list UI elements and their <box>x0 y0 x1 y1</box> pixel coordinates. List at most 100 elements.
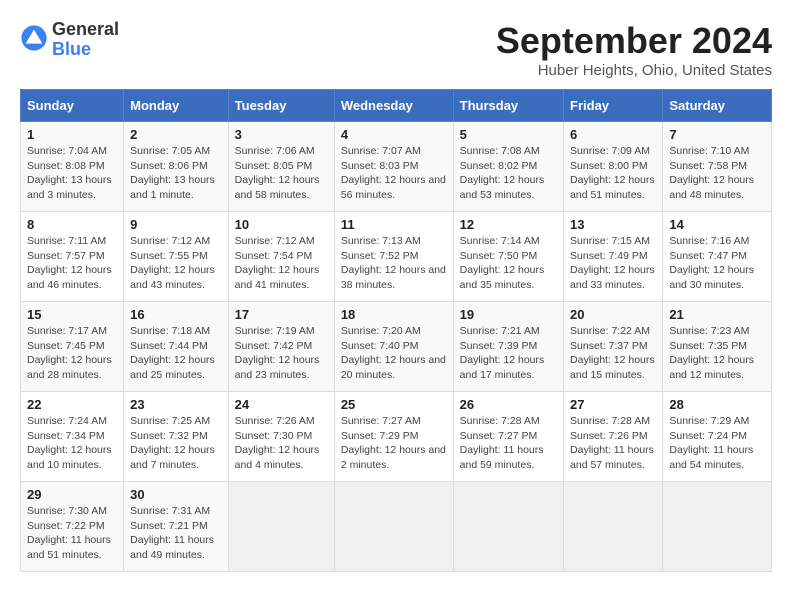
calendar-week-row: 15 Sunrise: 7:17 AM Sunset: 7:45 PM Dayl… <box>21 302 772 392</box>
calendar-cell <box>453 482 563 572</box>
calendar-cell: 26 Sunrise: 7:28 AM Sunset: 7:27 PM Dayl… <box>453 392 563 482</box>
sunset-label: Sunset: 7:22 PM <box>27 520 105 532</box>
sunrise-label: Sunrise: 7:12 AM <box>235 235 315 247</box>
page-header: General Blue September 2024 Huber Height… <box>20 20 772 79</box>
daylight-label: Daylight: 12 hours and 41 minutes. <box>235 264 320 291</box>
day-info: Sunrise: 7:26 AM Sunset: 7:30 PM Dayligh… <box>235 414 328 473</box>
calendar-header-row: SundayMondayTuesdayWednesdayThursdayFrid… <box>21 90 772 122</box>
sunset-label: Sunset: 7:50 PM <box>460 250 538 262</box>
day-number: 13 <box>570 217 656 232</box>
day-info: Sunrise: 7:06 AM Sunset: 8:05 PM Dayligh… <box>235 144 328 203</box>
daylight-label: Daylight: 12 hours and 51 minutes. <box>570 174 655 201</box>
sunrise-label: Sunrise: 7:31 AM <box>130 505 210 517</box>
calendar-cell: 16 Sunrise: 7:18 AM Sunset: 7:44 PM Dayl… <box>124 302 229 392</box>
calendar-cell: 23 Sunrise: 7:25 AM Sunset: 7:32 PM Dayl… <box>124 392 229 482</box>
calendar-cell: 17 Sunrise: 7:19 AM Sunset: 7:42 PM Dayl… <box>228 302 334 392</box>
daylight-label: Daylight: 12 hours and 56 minutes. <box>341 174 446 201</box>
day-info: Sunrise: 7:12 AM Sunset: 7:55 PM Dayligh… <box>130 234 222 293</box>
sunset-label: Sunset: 7:24 PM <box>669 430 747 442</box>
calendar-cell: 11 Sunrise: 7:13 AM Sunset: 7:52 PM Dayl… <box>334 212 453 302</box>
calendar-cell: 13 Sunrise: 7:15 AM Sunset: 7:49 PM Dayl… <box>564 212 663 302</box>
daylight-label: Daylight: 11 hours and 51 minutes. <box>27 534 111 561</box>
sunrise-label: Sunrise: 7:09 AM <box>570 145 650 157</box>
day-number: 28 <box>669 397 765 412</box>
daylight-label: Daylight: 12 hours and 15 minutes. <box>570 354 655 381</box>
day-number: 7 <box>669 127 765 142</box>
day-info: Sunrise: 7:19 AM Sunset: 7:42 PM Dayligh… <box>235 324 328 383</box>
day-info: Sunrise: 7:28 AM Sunset: 7:27 PM Dayligh… <box>460 414 557 473</box>
calendar-cell: 1 Sunrise: 7:04 AM Sunset: 8:08 PM Dayli… <box>21 122 124 212</box>
sunrise-label: Sunrise: 7:07 AM <box>341 145 421 157</box>
sunrise-label: Sunrise: 7:29 AM <box>669 415 749 427</box>
calendar-week-row: 1 Sunrise: 7:04 AM Sunset: 8:08 PM Dayli… <box>21 122 772 212</box>
day-number: 18 <box>341 307 447 322</box>
day-info: Sunrise: 7:07 AM Sunset: 8:03 PM Dayligh… <box>341 144 447 203</box>
sunset-label: Sunset: 7:40 PM <box>341 340 419 352</box>
sunset-label: Sunset: 7:45 PM <box>27 340 105 352</box>
day-info: Sunrise: 7:13 AM Sunset: 7:52 PM Dayligh… <box>341 234 447 293</box>
sunrise-label: Sunrise: 7:17 AM <box>27 325 107 337</box>
sunset-label: Sunset: 7:35 PM <box>669 340 747 352</box>
sunrise-label: Sunrise: 7:27 AM <box>341 415 421 427</box>
sunset-label: Sunset: 7:49 PM <box>570 250 648 262</box>
sunset-label: Sunset: 7:42 PM <box>235 340 313 352</box>
daylight-label: Daylight: 12 hours and 7 minutes. <box>130 444 215 471</box>
calendar-cell: 28 Sunrise: 7:29 AM Sunset: 7:24 PM Dayl… <box>663 392 772 482</box>
daylight-label: Daylight: 12 hours and 20 minutes. <box>341 354 446 381</box>
sunrise-label: Sunrise: 7:18 AM <box>130 325 210 337</box>
calendar-week-row: 8 Sunrise: 7:11 AM Sunset: 7:57 PM Dayli… <box>21 212 772 302</box>
sunset-label: Sunset: 7:27 PM <box>460 430 538 442</box>
sunrise-label: Sunrise: 7:06 AM <box>235 145 315 157</box>
sunset-label: Sunset: 8:03 PM <box>341 160 419 172</box>
calendar-cell: 12 Sunrise: 7:14 AM Sunset: 7:50 PM Dayl… <box>453 212 563 302</box>
sunrise-label: Sunrise: 7:14 AM <box>460 235 540 247</box>
sunrise-label: Sunrise: 7:23 AM <box>669 325 749 337</box>
logo-blue: Blue <box>52 40 119 60</box>
sunrise-label: Sunrise: 7:12 AM <box>130 235 210 247</box>
day-number: 9 <box>130 217 222 232</box>
sunset-label: Sunset: 8:08 PM <box>27 160 105 172</box>
day-info: Sunrise: 7:08 AM Sunset: 8:02 PM Dayligh… <box>460 144 557 203</box>
calendar-cell <box>334 482 453 572</box>
calendar-cell <box>228 482 334 572</box>
daylight-label: Daylight: 11 hours and 54 minutes. <box>669 444 753 471</box>
calendar-cell <box>564 482 663 572</box>
calendar-cell: 2 Sunrise: 7:05 AM Sunset: 8:06 PM Dayli… <box>124 122 229 212</box>
sunset-label: Sunset: 7:47 PM <box>669 250 747 262</box>
day-info: Sunrise: 7:25 AM Sunset: 7:32 PM Dayligh… <box>130 414 222 473</box>
day-number: 23 <box>130 397 222 412</box>
daylight-label: Daylight: 12 hours and 33 minutes. <box>570 264 655 291</box>
day-info: Sunrise: 7:21 AM Sunset: 7:39 PM Dayligh… <box>460 324 557 383</box>
sunset-label: Sunset: 8:05 PM <box>235 160 313 172</box>
daylight-label: Daylight: 12 hours and 12 minutes. <box>669 354 754 381</box>
sunrise-label: Sunrise: 7:04 AM <box>27 145 107 157</box>
day-number: 21 <box>669 307 765 322</box>
day-number: 15 <box>27 307 117 322</box>
calendar-cell: 14 Sunrise: 7:16 AM Sunset: 7:47 PM Dayl… <box>663 212 772 302</box>
daylight-label: Daylight: 11 hours and 49 minutes. <box>130 534 214 561</box>
day-header-monday: Monday <box>124 90 229 122</box>
sunrise-label: Sunrise: 7:13 AM <box>341 235 421 247</box>
day-info: Sunrise: 7:04 AM Sunset: 8:08 PM Dayligh… <box>27 144 117 203</box>
day-info: Sunrise: 7:20 AM Sunset: 7:40 PM Dayligh… <box>341 324 447 383</box>
sunset-label: Sunset: 7:39 PM <box>460 340 538 352</box>
daylight-label: Daylight: 12 hours and 28 minutes. <box>27 354 112 381</box>
logo-text: General Blue <box>52 20 119 60</box>
daylight-label: Daylight: 12 hours and 17 minutes. <box>460 354 545 381</box>
sunset-label: Sunset: 7:37 PM <box>570 340 648 352</box>
day-number: 11 <box>341 217 447 232</box>
sunset-label: Sunset: 7:29 PM <box>341 430 419 442</box>
month-title: September 2024 <box>496 20 772 62</box>
day-info: Sunrise: 7:09 AM Sunset: 8:00 PM Dayligh… <box>570 144 656 203</box>
day-info: Sunrise: 7:17 AM Sunset: 7:45 PM Dayligh… <box>27 324 117 383</box>
calendar-cell: 3 Sunrise: 7:06 AM Sunset: 8:05 PM Dayli… <box>228 122 334 212</box>
sunrise-label: Sunrise: 7:26 AM <box>235 415 315 427</box>
sunset-label: Sunset: 7:58 PM <box>669 160 747 172</box>
sunset-label: Sunset: 7:26 PM <box>570 430 648 442</box>
calendar-cell: 15 Sunrise: 7:17 AM Sunset: 7:45 PM Dayl… <box>21 302 124 392</box>
calendar-cell <box>663 482 772 572</box>
sunset-label: Sunset: 8:02 PM <box>460 160 538 172</box>
sunrise-label: Sunrise: 7:10 AM <box>669 145 749 157</box>
sunset-label: Sunset: 7:54 PM <box>235 250 313 262</box>
sunset-label: Sunset: 7:32 PM <box>130 430 208 442</box>
